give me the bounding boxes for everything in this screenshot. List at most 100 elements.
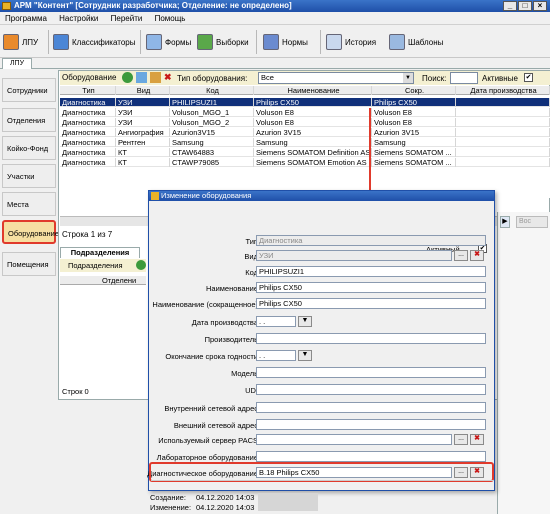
field-input[interactable]: Диагностика — [256, 235, 486, 246]
play-icon[interactable]: ▶ — [500, 216, 510, 228]
table-cell — [456, 128, 550, 137]
refresh-icon[interactable] — [122, 72, 133, 83]
field-label: Модель — [231, 369, 258, 378]
field-input[interactable] — [256, 367, 486, 378]
table-cell: УЗИ — [116, 108, 170, 117]
clear-button[interactable]: ✖ — [470, 250, 484, 261]
templates-button[interactable]: Шаблоны — [389, 32, 443, 52]
clear-button[interactable]: ✖ — [470, 434, 484, 445]
menu-navigate[interactable]: Перейти — [106, 12, 148, 25]
table-cell: Samsung — [170, 138, 254, 147]
close-button[interactable]: × — [533, 1, 547, 11]
selections-label: Выборки — [216, 37, 249, 47]
forms-label: Формы — [165, 37, 192, 47]
sidebar: Сотрудники Отделения Койко-Фонд Участки … — [0, 72, 59, 282]
redacted-block — [258, 493, 318, 511]
sidebar-item-bed-fund[interactable]: Койко-Фонд — [2, 136, 56, 160]
menu-bar: Программа Настройки Перейти Помощь — [0, 12, 550, 25]
equipment-status: Строка 1 из 7 — [62, 230, 113, 239]
app-icon — [2, 2, 11, 10]
edit-icon[interactable] — [150, 72, 161, 83]
templates-icon — [389, 34, 405, 50]
field-input[interactable]: Philips CX50 — [256, 282, 486, 293]
classifiers-button[interactable]: Классификаторы — [53, 32, 135, 52]
toolbar-separator — [256, 30, 257, 54]
history-button[interactable]: История — [326, 32, 376, 52]
table-row[interactable]: Диагностика КТ CTAW64883 Siemens SOMATOM De… — [60, 148, 550, 157]
search-input[interactable] — [450, 72, 478, 84]
field-input[interactable]: Philips CX50 — [256, 298, 486, 309]
table-cell: Диагностика — [60, 138, 116, 147]
table-cell: Philips CX50 — [372, 98, 456, 107]
forms-icon — [146, 34, 162, 50]
table-cell: Azurion 3V15 — [372, 128, 456, 137]
norms-button[interactable]: Нормы — [263, 32, 308, 52]
table-row[interactable]: Диагностика УЗИ Voluson_MGO_2 Voluson E8 Vol… — [60, 118, 550, 127]
sidebar-item-equipment[interactable]: Оборудование — [2, 220, 59, 244]
active-checkbox[interactable]: ✔ — [524, 73, 533, 82]
table-cell: Диагностика — [60, 98, 116, 107]
sidebar-item-departments[interactable]: Отделения — [2, 108, 56, 132]
type-select[interactable]: Все ▼ — [258, 72, 414, 84]
lpu-icon — [3, 34, 19, 50]
table-header: Тип Вид Код Наименование Сокр. Дата производс… — [60, 86, 550, 95]
column-header[interactable]: Дата производства — [456, 86, 550, 95]
lpu-button[interactable]: ЛПУ — [3, 32, 38, 52]
sidebar-item-districts[interactable]: Участки — [2, 164, 56, 188]
add-icon[interactable] — [136, 72, 147, 83]
tab-lpu[interactable]: ЛПУ — [2, 58, 32, 69]
browse-button[interactable]: ... — [454, 434, 468, 445]
field-input[interactable] — [256, 451, 486, 462]
field-input[interactable]: . . — [256, 350, 296, 361]
calendar-dropdown-icon[interactable]: ▼ — [298, 316, 312, 327]
sidebar-item-employees[interactable]: Сотрудники — [2, 78, 56, 102]
forms-button[interactable]: Формы — [146, 32, 191, 52]
field-label: Лабораторное оборудование — [156, 453, 258, 462]
column-header[interactable]: Наименование — [254, 86, 372, 95]
menu-settings[interactable]: Настройки — [54, 12, 103, 25]
table-cell: УЗИ — [116, 98, 170, 107]
subdivisions-toolbar: Подразделения — [60, 259, 146, 272]
column-header[interactable]: Код — [170, 86, 254, 95]
field-input[interactable] — [256, 333, 486, 344]
minimize-button[interactable]: _ — [503, 1, 517, 11]
browse-button[interactable]: ... — [454, 250, 468, 261]
field-input[interactable] — [256, 434, 452, 445]
delete-icon[interactable]: ✖ — [164, 72, 175, 83]
type-select-value: Все — [261, 73, 274, 82]
tab-subdivisions[interactable]: Подразделения — [60, 247, 140, 258]
table-cell: Voluson_MGO_1 — [170, 108, 254, 117]
column-header[interactable]: Сокр. — [372, 86, 456, 95]
table-cell — [456, 138, 550, 147]
table-cell — [456, 148, 550, 157]
calendar-dropdown-icon[interactable]: ▼ — [298, 350, 312, 361]
field-label: Производитель — [204, 335, 258, 344]
field-input[interactable]: . . — [256, 316, 296, 327]
menu-program[interactable]: Программа — [0, 12, 52, 25]
table-row[interactable]: Диагностика Рентген Samsung Samsung Samsung — [60, 138, 550, 147]
table-row[interactable]: Диагностика КТ CTAWP79085 Siemens SOMATOM E… — [60, 158, 550, 167]
field-label: Окончание срока годности — [165, 352, 258, 361]
table-row[interactable]: Диагностика Ангиография Azurion3V15 Azurion… — [60, 128, 550, 137]
menu-help[interactable]: Помощь — [150, 12, 191, 25]
field-input[interactable] — [256, 402, 486, 413]
field-input[interactable] — [256, 384, 486, 395]
selections-button[interactable]: Выборки — [197, 32, 249, 52]
restore-button[interactable]: Вос — [516, 216, 548, 228]
refresh-icon[interactable] — [136, 260, 146, 270]
table-row[interactable]: Диагностика УЗИ Voluson_MGO_1 Voluson E8 Vol… — [60, 108, 550, 117]
column-header[interactable]: Тип — [60, 86, 116, 95]
table-cell: Ангиография — [116, 128, 170, 137]
field-input[interactable]: УЗИ — [256, 250, 452, 261]
column-header[interactable]: Вид — [116, 86, 170, 95]
sidebar-item-workplaces[interactable]: Места работы — [2, 192, 56, 233]
subdivisions-header: Отделени — [60, 276, 146, 285]
field-input[interactable]: PHILIPSUZI1 — [256, 266, 486, 277]
table-row[interactable]: Диагностика УЗИ PHILIPSUZI1 Philips CX50 Phi… — [60, 98, 550, 107]
table-cell: КТ — [116, 148, 170, 157]
field-label: Наименование (сокращенное) — [152, 300, 258, 309]
field-input[interactable] — [256, 419, 486, 430]
sidebar-item-rooms[interactable]: Помещения — [2, 252, 56, 276]
table-cell: Диагностика — [60, 158, 116, 167]
maximize-button[interactable]: □ — [518, 1, 532, 11]
